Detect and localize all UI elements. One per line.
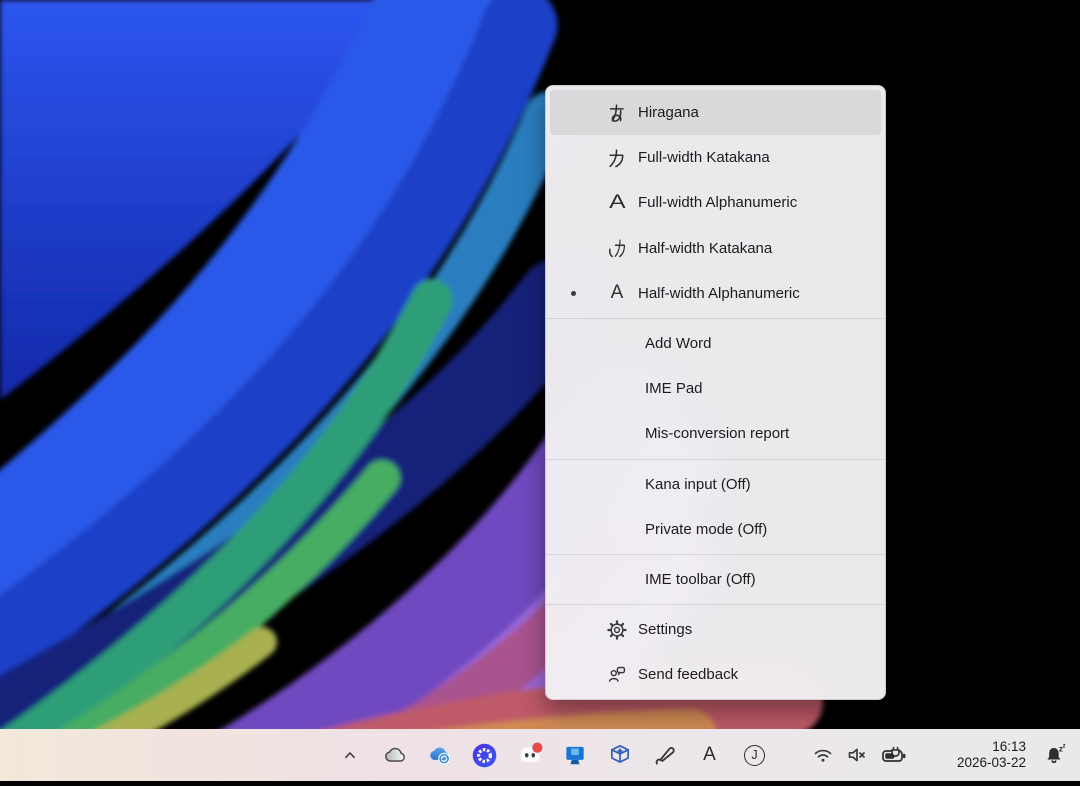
battery-button[interactable]: [874, 729, 914, 781]
app-burst-button[interactable]: [462, 729, 507, 781]
menu-item-label: Hiragana: [638, 104, 699, 121]
svg-text:z: z: [1063, 744, 1066, 750]
menu-item-hiragana[interactable]: Hiragana: [550, 90, 881, 135]
menu-item-add-word[interactable]: Add Word: [550, 321, 881, 366]
taskbar: A J: [0, 729, 1080, 781]
menu-item-label: Half-width Alphanumeric: [638, 285, 800, 302]
dev-box-button[interactable]: [597, 729, 642, 781]
ime-mode-button[interactable]: A: [687, 729, 732, 781]
menu-item-label: Full-width Katakana: [638, 149, 770, 166]
menu-item-kana-input[interactable]: Kana input (Off): [550, 462, 881, 507]
notification-center-button[interactable]: z z: [1042, 729, 1068, 781]
remote-desktop-button[interactable]: [552, 729, 597, 781]
menu-item-ime-toolbar[interactable]: IME toolbar (Off): [550, 557, 881, 602]
pen-icon: [652, 742, 678, 768]
volume-button[interactable]: [840, 729, 874, 781]
onedrive-cloud-button[interactable]: [372, 729, 417, 781]
taskbar-clock[interactable]: 16:13 2026-03-22: [957, 729, 1026, 781]
cloud-sync-button[interactable]: [417, 729, 462, 781]
language-button[interactable]: J: [732, 729, 777, 781]
menu-separator: [546, 604, 885, 605]
cloud-sync-icon: [427, 742, 453, 768]
network-button[interactable]: [806, 729, 840, 781]
discord-icon: [516, 741, 544, 769]
discord-button[interactable]: [507, 729, 552, 781]
menu-separator: [546, 554, 885, 555]
hiragana-icon: [596, 102, 638, 124]
do-not-disturb-bell-icon: z z: [1042, 742, 1068, 768]
fullwidth-katakana-icon: [596, 147, 638, 169]
fullwidth-alphanumeric-icon: A: [596, 192, 638, 214]
clock-date: 2026-03-22: [957, 755, 1026, 771]
menu-item-label: Half-width Katakana: [638, 240, 772, 257]
desktop-wallpaper: [0, 0, 1080, 781]
taskbar-tray-apps: A J: [327, 729, 777, 781]
selection-indicator: [550, 291, 596, 296]
halfwidth-alphanumeric-icon: A: [596, 282, 638, 304]
pen-button[interactable]: [642, 729, 687, 781]
battery-charging-icon: [880, 743, 908, 767]
menu-item-label: Full-width Alphanumeric: [638, 194, 797, 211]
clock-time: 16:13: [957, 739, 1026, 755]
send-feedback-icon: [596, 664, 638, 686]
ime-context-menu: Hiragana Full-width Katakana A Full-widt…: [545, 85, 886, 700]
selected-dot: [571, 291, 576, 296]
onedrive-cloud-icon: [382, 742, 408, 768]
wifi-icon: [811, 743, 835, 767]
tray-overflow-button[interactable]: [327, 729, 372, 781]
dev-box-icon: [607, 742, 633, 768]
menu-item-label: Settings: [638, 621, 692, 638]
menu-separator: [546, 318, 885, 319]
app-burst-icon: [471, 742, 498, 769]
menu-item-fullwidth-katakana[interactable]: Full-width Katakana: [550, 135, 881, 180]
volume-muted-icon: [845, 743, 869, 767]
menu-item-halfwidth-katakana[interactable]: Half-width Katakana: [550, 226, 881, 271]
menu-item-fullwidth-alphanumeric[interactable]: A Full-width Alphanumeric: [550, 180, 881, 225]
ime-mode-a-indicator: A: [703, 744, 716, 766]
menu-item-send-feedback[interactable]: Send feedback: [550, 652, 881, 697]
menu-item-ime-pad[interactable]: IME Pad: [550, 366, 881, 411]
chevron-up-icon: [339, 744, 361, 766]
menu-item-private-mode[interactable]: Private mode (Off): [550, 507, 881, 552]
remote-desktop-icon: [562, 742, 588, 768]
menu-item-settings[interactable]: Settings: [550, 607, 881, 652]
system-tray: [806, 729, 914, 781]
bloom-ribbons: [0, 0, 1080, 781]
menu-item-halfwidth-alphanumeric[interactable]: A Half-width Alphanumeric: [550, 271, 881, 316]
language-j-indicator: J: [744, 745, 765, 766]
halfwidth-katakana-icon: [596, 237, 638, 259]
menu-item-label: Send feedback: [638, 666, 738, 683]
menu-item-misconversion-report[interactable]: Mis-conversion report: [550, 411, 881, 456]
menu-separator: [546, 459, 885, 460]
settings-gear-icon: [596, 619, 638, 641]
